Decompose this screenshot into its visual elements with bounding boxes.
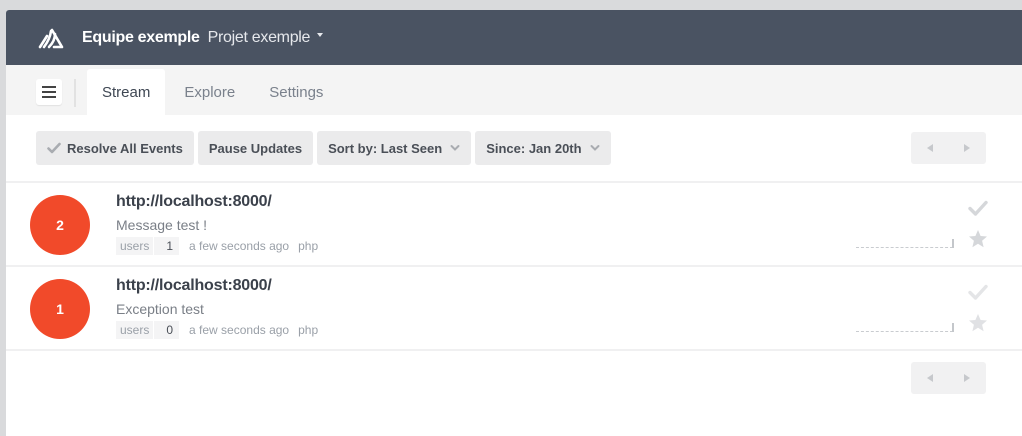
event-title-link[interactable]: http://localhost:8000/	[116, 277, 272, 295]
sort-by-label: Sort by: Last Seen	[328, 140, 443, 156]
event-sparkline	[856, 247, 953, 248]
sort-by-dropdown[interactable]: Sort by: Last Seen	[317, 131, 472, 165]
sparkline-bar	[952, 323, 954, 332]
chevron-down-icon	[450, 143, 460, 153]
next-page-button[interactable]	[949, 362, 987, 394]
previous-page-button[interactable]	[911, 362, 949, 394]
tab-stream[interactable]: Stream	[87, 69, 166, 115]
event-row[interactable]: 1 http://localhost:8000/ Exception test …	[6, 267, 1022, 351]
tab-explore[interactable]: Explore	[169, 69, 250, 115]
star-icon[interactable]	[968, 229, 988, 249]
stream-toolbar: Resolve All Events Pause Updates Sort by…	[6, 115, 1022, 181]
event-sparkline	[856, 331, 953, 332]
top-header: Equipe exemple Projet exemple	[6, 10, 1022, 65]
event-title-link[interactable]: http://localhost:8000/	[116, 193, 272, 211]
event-platform: php	[298, 239, 319, 253]
check-icon	[47, 142, 61, 154]
top-pager	[911, 132, 986, 164]
previous-page-button[interactable]	[911, 132, 949, 164]
arrow-left-icon	[926, 144, 933, 152]
tag-key: users	[116, 321, 154, 339]
event-count-badge: 2	[30, 195, 90, 255]
sentry-logo-icon[interactable]	[38, 25, 64, 51]
event-message: Message test !	[116, 217, 208, 233]
pause-updates-label: Pause Updates	[208, 140, 303, 156]
project-name: Projet exemple	[207, 28, 311, 46]
since-label: Since: Jan 20th	[486, 140, 582, 156]
pause-updates-button[interactable]: Pause Updates	[197, 131, 314, 165]
tab-bar: Stream Explore Settings	[6, 65, 1022, 115]
check-icon[interactable]	[968, 199, 988, 219]
event-time: a few seconds ago	[189, 239, 290, 253]
since-dropdown[interactable]: Since: Jan 20th	[475, 131, 611, 165]
resolve-all-label: Resolve All Events	[67, 140, 183, 156]
arrow-right-icon	[964, 374, 971, 382]
star-icon[interactable]	[968, 313, 988, 333]
tag-value: 0	[154, 321, 180, 339]
event-time: a few seconds ago	[189, 323, 290, 337]
sparkline-bar	[952, 239, 954, 248]
arrow-left-icon	[926, 374, 933, 382]
tag-value: 1	[154, 237, 180, 255]
main-tabs: Stream Explore Settings	[87, 69, 342, 115]
arrow-right-icon	[964, 144, 971, 152]
event-meta: users 1 a few seconds ago php	[116, 237, 318, 255]
bottom-pager	[911, 362, 986, 394]
check-icon[interactable]	[968, 283, 988, 303]
app-window: Equipe exemple Projet exemple Stream Exp…	[6, 10, 1022, 436]
event-row[interactable]: 2 http://localhost:8000/ Message test ! …	[6, 183, 1022, 267]
event-count-badge: 1	[30, 279, 90, 339]
tab-divider	[74, 79, 76, 107]
next-page-button[interactable]	[949, 132, 987, 164]
hamburger-menu-icon[interactable]	[36, 79, 62, 105]
chevron-down-icon	[317, 33, 324, 38]
chevron-down-icon	[590, 143, 600, 153]
resolve-all-button[interactable]: Resolve All Events	[36, 131, 194, 165]
tag-key: users	[116, 237, 154, 255]
event-platform: php	[298, 323, 319, 337]
tab-settings[interactable]: Settings	[254, 69, 338, 115]
event-meta: users 0 a few seconds ago php	[116, 321, 318, 339]
event-message: Exception test	[116, 301, 204, 317]
team-name[interactable]: Equipe exemple	[82, 29, 200, 47]
event-list: 2 http://localhost:8000/ Message test ! …	[6, 181, 1022, 351]
project-selector[interactable]: Projet exemple	[208, 29, 324, 47]
